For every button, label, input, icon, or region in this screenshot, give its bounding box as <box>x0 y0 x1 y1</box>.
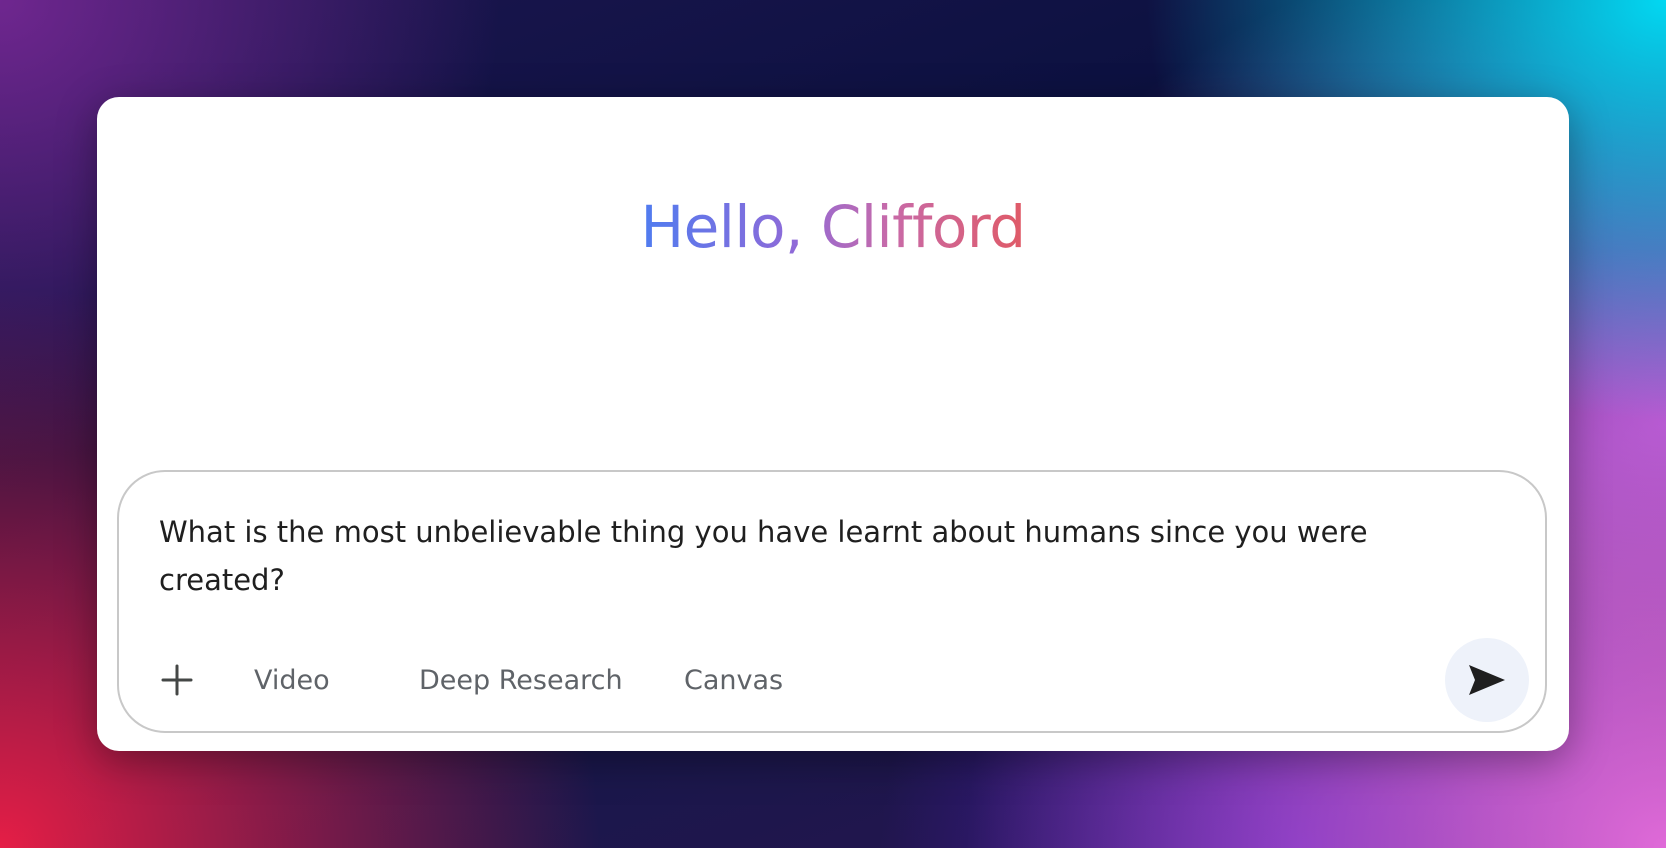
chat-window: Hello, Clifford What is the most unbelie… <box>97 97 1569 751</box>
send-arrow-icon <box>1469 665 1505 695</box>
send-button[interactable] <box>1445 638 1529 722</box>
tool-canvas-button[interactable]: Canvas <box>684 650 783 710</box>
greeting-text: Hello, Clifford <box>640 193 1026 261</box>
tool-canvas-label: Canvas <box>684 664 784 696</box>
tool-video-label: Video <box>254 664 330 696</box>
plus-icon <box>161 664 193 696</box>
greeting-heading: Hello, Clifford <box>97 191 1569 263</box>
prompt-input[interactable]: What is the most unbelievable thing you … <box>159 508 1419 604</box>
tool-deep-research-label: Deep Research <box>419 664 623 696</box>
composer-toolbar: Video Deep Research Canvas <box>147 638 1529 722</box>
add-attachment-button[interactable] <box>147 650 207 710</box>
prompt-composer[interactable]: What is the most unbelievable thing you … <box>117 470 1547 733</box>
tool-deep-research-button[interactable]: Deep Research <box>419 650 623 710</box>
tool-video-button[interactable]: Video <box>254 650 330 710</box>
